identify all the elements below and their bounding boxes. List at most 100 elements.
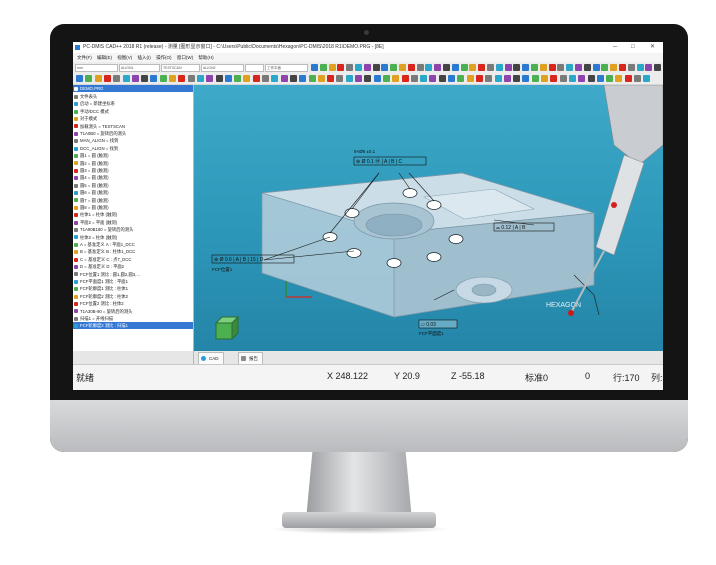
tree-item[interactable]: MAN_ALIGN = 找到 [73, 137, 193, 144]
menu-insert[interactable]: 插入(I) [138, 55, 151, 60]
view-cube[interactable] [214, 315, 240, 341]
toolbar-button[interactable] [643, 75, 651, 82]
toolbar-button[interactable] [355, 75, 362, 82]
tree-item[interactable]: A = 基准定义 A : 平面1_DCC [73, 241, 193, 248]
menu-view[interactable]: 视图(V) [117, 55, 132, 60]
toolbar-button[interactable] [280, 75, 288, 82]
hole-8[interactable] [402, 188, 418, 198]
toolbar-button[interactable] [457, 75, 465, 82]
tree-item[interactable]: 扫描1 = 开线扫描 [73, 315, 193, 322]
tree-item[interactable]: 圆8 = 圆 (触测) [73, 204, 193, 211]
toolbar-button[interactable] [345, 75, 353, 82]
toolbar-button[interactable] [372, 64, 380, 71]
toolbar-button[interactable] [550, 75, 558, 82]
toolbar-button[interactable] [243, 75, 251, 82]
toolbar-button[interactable] [429, 75, 437, 82]
toolbar-button[interactable] [399, 64, 406, 71]
toolbar-button[interactable] [624, 75, 632, 82]
toolbar-button[interactable] [578, 75, 586, 82]
toolbar-button[interactable] [615, 75, 623, 82]
toolbar-button[interactable] [141, 75, 149, 82]
fcf-position-top[interactable]: ⊕ Ø 0.1 Ⓜ | A | B | C 8×Ø8 ±0.1 [353, 149, 427, 166]
toolbar-button[interactable] [407, 64, 415, 71]
tree-item[interactable]: 加载测头 = TESTSCAN [73, 123, 193, 130]
toolbar-button[interactable] [587, 75, 595, 82]
tree-item[interactable]: 启动 = 新建坐标系 [73, 100, 193, 107]
fcf-flatness-bottom[interactable]: ⏥ 0.03 FCF平面度1 [418, 319, 458, 337]
toolbar-button[interactable] [159, 75, 167, 82]
tree-item[interactable]: 圆6 = 圆 (触测) [73, 189, 193, 196]
hole-3[interactable] [346, 248, 362, 258]
tree-item[interactable]: T1A30B-90 = 旋转后的测头 [73, 308, 193, 315]
toolbar-button[interactable] [169, 75, 176, 82]
toolbar-button[interactable] [94, 75, 102, 82]
toolbar-button[interactable] [451, 64, 459, 71]
toolbar-button[interactable] [420, 75, 428, 82]
toolbar-button[interactable] [583, 64, 591, 71]
tree-item[interactable]: 柱体1 = 柱体 (触测) [73, 211, 193, 218]
maximize-button[interactable]: □ [631, 42, 635, 53]
toolbar-button[interactable] [460, 64, 468, 71]
tree-item[interactable]: B = 基准定义 B : 柱体1_DCC [73, 248, 193, 255]
toolbar-button[interactable] [271, 75, 279, 82]
toolbar-button[interactable] [299, 75, 307, 82]
toolbar-button[interactable] [487, 64, 494, 71]
toolbar-button[interactable] [504, 64, 512, 71]
toolbar-button[interactable] [438, 75, 446, 82]
toolbar-button[interactable] [289, 75, 297, 82]
toolbar-button[interactable] [522, 75, 530, 82]
toolbar-button[interactable] [425, 64, 433, 71]
tree-item[interactable]: 圆7 = 圆 (触测) [73, 197, 193, 204]
toolbar-button[interactable] [645, 64, 653, 71]
toolbar-button[interactable] [634, 75, 641, 82]
tree-item[interactable]: FCF轮廓度1 测比 : 柱体1 [73, 285, 193, 292]
toolbar-button[interactable] [592, 64, 600, 71]
toolbar-button[interactable] [381, 64, 389, 71]
toolbar-button[interactable] [319, 64, 327, 71]
toolbar-button[interactable] [355, 64, 362, 71]
hole-1[interactable] [344, 208, 360, 218]
toolbar-button[interactable] [548, 64, 556, 71]
toolbar-button[interactable] [654, 64, 662, 71]
menu-edit[interactable]: 编辑(E) [97, 55, 112, 60]
toolbar-button[interactable] [103, 75, 111, 82]
toolbar-button[interactable] [636, 64, 644, 71]
tree-item[interactable]: 圆1 = 圆 (触测) [73, 152, 193, 159]
toolbar-button[interactable] [327, 75, 335, 82]
tree-item[interactable]: FCF位置1 测比 : 圆1,圆2,圆3,... [73, 271, 193, 278]
toolbar-button[interactable] [610, 64, 618, 71]
toolbar-button[interactable] [85, 75, 93, 82]
tree-item[interactable]: 圆4 = 圆 (触测) [73, 174, 193, 181]
toolbar-button[interactable] [478, 64, 486, 71]
toolbar-button[interactable] [401, 75, 409, 82]
toolbar-button[interactable] [382, 75, 390, 82]
toolbar-button[interactable] [311, 64, 318, 71]
hole-4[interactable] [386, 258, 402, 268]
tree-item[interactable]: C = 基准定义 C : 点7_DCC [73, 256, 193, 263]
toolbar-button[interactable] [196, 75, 204, 82]
toolbar-button[interactable] [122, 75, 130, 82]
toolbar-button[interactable] [234, 75, 242, 82]
toolbar-button[interactable] [434, 64, 442, 71]
toolbar-button[interactable] [416, 64, 424, 71]
toolbar-button[interactable] [568, 75, 576, 82]
menu-operation[interactable]: 操作(O) [156, 55, 172, 60]
toolbar-button[interactable] [346, 64, 354, 71]
toolbar-button[interactable] [363, 64, 371, 71]
tree-item[interactable]: 圆5 = 圆 (触测) [73, 182, 193, 189]
toolbar-button[interactable] [541, 75, 548, 82]
toolbar-button[interactable] [531, 75, 539, 82]
toolbar-button[interactable] [559, 75, 567, 82]
toolbar-button[interactable] [513, 75, 521, 82]
hole-6[interactable] [448, 234, 464, 244]
toolbar-button[interactable] [336, 75, 344, 82]
tree-item[interactable]: 圆3 = 圆 (触测) [73, 167, 193, 174]
view-combo[interactable] [245, 64, 264, 72]
alignment-combo[interactable]: ALIGN1 [119, 64, 160, 72]
toolbar-button[interactable] [513, 64, 521, 71]
toolbar-button[interactable] [262, 75, 269, 82]
toolbar-button[interactable] [131, 75, 139, 82]
toolbar-button[interactable] [606, 75, 614, 82]
tree-item[interactable]: FCF轮廓度2 测比 : 扫描1 [73, 322, 193, 330]
close-button[interactable]: ✕ [650, 42, 655, 53]
